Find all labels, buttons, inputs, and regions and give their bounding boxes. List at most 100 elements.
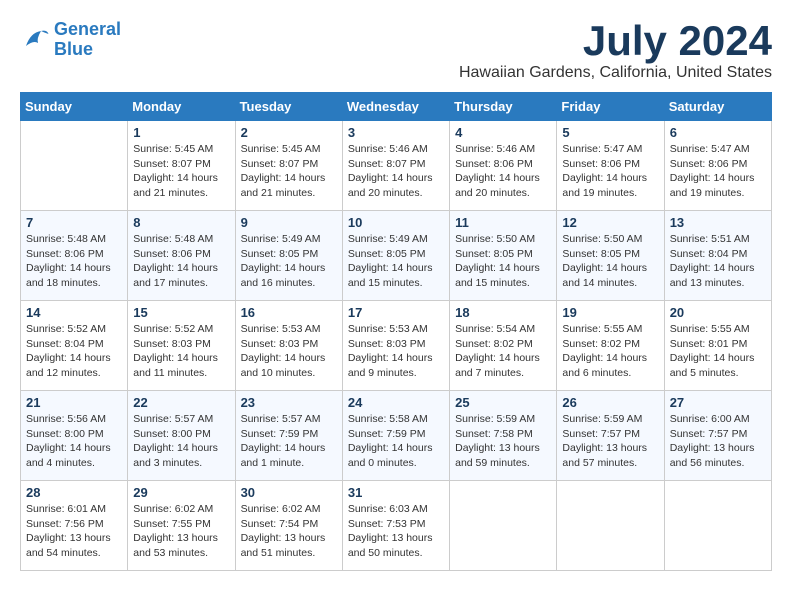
cell-info: Sunrise: 5:54 AMSunset: 8:02 PMDaylight:… — [455, 322, 551, 381]
cell-line: Sunset: 8:05 PM — [562, 248, 640, 260]
week-row-3: 21Sunrise: 5:56 AMSunset: 8:00 PMDayligh… — [21, 391, 772, 481]
cell-line: Sunset: 8:05 PM — [241, 248, 319, 260]
cell-line: Daylight: 14 hours — [26, 352, 111, 364]
cell-info: Sunrise: 5:58 AMSunset: 7:59 PMDaylight:… — [348, 412, 444, 471]
logo-icon — [20, 25, 50, 55]
cell-line: Sunrise: 5:49 AM — [348, 233, 428, 245]
calendar-cell: 28Sunrise: 6:01 AMSunset: 7:56 PMDayligh… — [21, 481, 128, 571]
cell-line: and 6 minutes. — [562, 367, 631, 379]
calendar-cell: 24Sunrise: 5:58 AMSunset: 7:59 PMDayligh… — [342, 391, 449, 481]
cell-line: Sunset: 8:02 PM — [562, 338, 640, 350]
cell-info: Sunrise: 5:46 AMSunset: 8:07 PMDaylight:… — [348, 142, 444, 201]
calendar-cell — [557, 481, 664, 571]
cell-line: and 21 minutes. — [241, 187, 316, 199]
cell-info: Sunrise: 5:59 AMSunset: 7:58 PMDaylight:… — [455, 412, 551, 471]
cell-info: Sunrise: 5:48 AMSunset: 8:06 PMDaylight:… — [133, 232, 229, 291]
cell-line: Sunrise: 5:55 AM — [670, 323, 750, 335]
cell-info: Sunrise: 5:51 AMSunset: 8:04 PMDaylight:… — [670, 232, 766, 291]
cell-info: Sunrise: 5:55 AMSunset: 8:01 PMDaylight:… — [670, 322, 766, 381]
cell-info: Sunrise: 6:02 AMSunset: 7:54 PMDaylight:… — [241, 502, 337, 561]
cell-line: Daylight: 14 hours — [133, 172, 218, 184]
cell-line: Sunset: 8:06 PM — [26, 248, 104, 260]
calendar-cell: 19Sunrise: 5:55 AMSunset: 8:02 PMDayligh… — [557, 301, 664, 391]
calendar-cell: 17Sunrise: 5:53 AMSunset: 8:03 PMDayligh… — [342, 301, 449, 391]
calendar-cell: 7Sunrise: 5:48 AMSunset: 8:06 PMDaylight… — [21, 211, 128, 301]
cell-info: Sunrise: 5:57 AM Sunset: 8:00 PM Daylight:… — [133, 412, 229, 471]
cell-line: Sunset: 8:05 PM — [455, 248, 533, 260]
cell-info: Sunrise: 5:46 AMSunset: 8:06 PMDaylight:… — [455, 142, 551, 201]
calendar-table: Sunday Monday Tuesday Wednesday Thursday… — [20, 92, 772, 571]
cell-info: Sunrise: 5:47 AMSunset: 8:06 PMDaylight:… — [670, 142, 766, 201]
cell-line: and 11 minutes. — [133, 367, 207, 379]
cell-info: Sunrise: 5:59 AMSunset: 7:57 PMDaylight:… — [562, 412, 658, 471]
day-number: 13 — [670, 215, 766, 230]
day-number: 4 — [455, 125, 551, 140]
cell-line: Sunset: 8:07 PM — [133, 158, 211, 170]
day-number: 3 — [348, 125, 444, 140]
main-title: July 2024 — [459, 20, 772, 62]
cell-line: Sunset: 8:04 PM — [26, 338, 104, 350]
calendar-cell: 4 Sunrise: 5:46 AMSunset: 8:06 PMDaylight… — [450, 121, 557, 211]
cell-line: Sunset: 8:03 PM — [241, 338, 319, 350]
cell-line: Sunrise: 5:52 AM — [26, 323, 106, 335]
day-number: 25 — [455, 395, 551, 410]
cell-line: Daylight: 14 hours — [562, 172, 647, 184]
cell-line: Sunrise: 5:53 AM — [241, 323, 321, 335]
cell-line: Daylight: 14 hours — [133, 262, 218, 274]
cell-line: and 17 minutes. — [133, 277, 208, 289]
cell-line: Daylight: 14 hours — [26, 262, 111, 274]
cell-line: Sunset: 8:07 PM — [348, 158, 426, 170]
logo-line1: General — [54, 19, 121, 39]
cell-info: Sunrise: 5:52 AM Sunset: 8:04 PM Daylight:… — [26, 322, 122, 381]
cell-line: and 19 minutes. — [562, 187, 637, 199]
calendar-cell: 11Sunrise: 5:50 AMSunset: 8:05 PMDayligh… — [450, 211, 557, 301]
cell-line: and 15 minutes. — [455, 277, 530, 289]
header: General Blue July 2024 Hawaiian Gardens,… — [20, 20, 772, 82]
cell-line: and 14 minutes. — [562, 277, 637, 289]
cell-line: Sunset: 7:59 PM — [348, 428, 426, 440]
cell-line: Sunrise: 6:00 AM — [670, 413, 750, 425]
week-row-2: 14Sunrise: 5:52 AMSunset: 8:04 PMDayligh… — [21, 301, 772, 391]
cell-line: Sunset: 7:54 PM — [241, 518, 319, 530]
calendar-cell: 21Sunrise: 5:56 AMSunset: 8:00 PMDayligh… — [21, 391, 128, 481]
cell-line: and 20 minutes. — [455, 187, 530, 199]
cell-line: Sunset: 8:03 PM — [348, 338, 426, 350]
days-header-row: Sunday Monday Tuesday Wednesday Thursday… — [21, 93, 772, 121]
logo-text: General Blue — [54, 20, 121, 60]
calendar-cell: 3 Sunrise: 5:46 AMSunset: 8:07 PMDaylight… — [342, 121, 449, 211]
cell-line: Daylight: 14 hours — [670, 172, 755, 184]
calendar-cell — [664, 481, 771, 571]
logo-line2: Blue — [54, 39, 93, 59]
cell-line: and 9 minutes. — [348, 367, 417, 379]
calendar-cell: 2Sunrise: 5:45 AMSunset: 8:07 PMDaylight… — [235, 121, 342, 211]
cell-line: and 21 minutes. — [133, 187, 208, 199]
cell-info: Sunrise: 6:01 AMSunset: 7:56 PMDaylight:… — [26, 502, 122, 561]
cell-line: Daylight: 14 hours — [348, 172, 433, 184]
cell-line: Daylight: 13 hours — [348, 532, 433, 544]
calendar-cell: 5Sunrise: 5:47 AMSunset: 8:06 PMDaylight… — [557, 121, 664, 211]
cell-line: Daylight: 14 hours — [241, 352, 326, 364]
cell-line: Sunrise: 5:56 AM — [26, 413, 106, 425]
calendar-cell: 15Sunrise: 5:52 AMSunset: 8:03 PMDayligh… — [128, 301, 235, 391]
cell-line: Sunrise: 6:02 AM — [133, 503, 213, 515]
cell-line: Sunset: 8:00 PM — [26, 428, 104, 440]
cell-line: Sunset: 8:00 PM — [133, 428, 211, 440]
day-number: 11 — [455, 215, 551, 230]
cell-line: and 13 minutes. — [670, 277, 745, 289]
cell-line: Daylight: 14 hours — [133, 442, 218, 454]
cell-line: Sunrise: 5:54 AM — [455, 323, 535, 335]
cell-line: Daylight: 14 hours — [455, 262, 540, 274]
cell-line: Sunset: 7:59 PM — [241, 428, 319, 440]
cell-line: Daylight: 14 hours — [455, 172, 540, 184]
cell-line: Sunrise: 5:57 AM — [133, 413, 213, 425]
cell-info: Sunrise: 5:56 AMSunset: 8:00 PMDaylight:… — [26, 412, 122, 471]
cell-line: Sunset: 8:03 PM — [133, 338, 211, 350]
cell-line: and 20 minutes. — [348, 187, 423, 199]
day-number: 27 — [670, 395, 766, 410]
cell-line: Sunrise: 5:58 AM — [348, 413, 428, 425]
day-number: 26 — [562, 395, 658, 410]
cell-line: Sunrise: 5:52 AM — [133, 323, 213, 335]
calendar-cell: 14Sunrise: 5:52 AMSunset: 8:04 PMDayligh… — [21, 301, 128, 391]
day-number: 15 — [133, 305, 229, 320]
cell-line: Daylight: 14 hours — [562, 262, 647, 274]
